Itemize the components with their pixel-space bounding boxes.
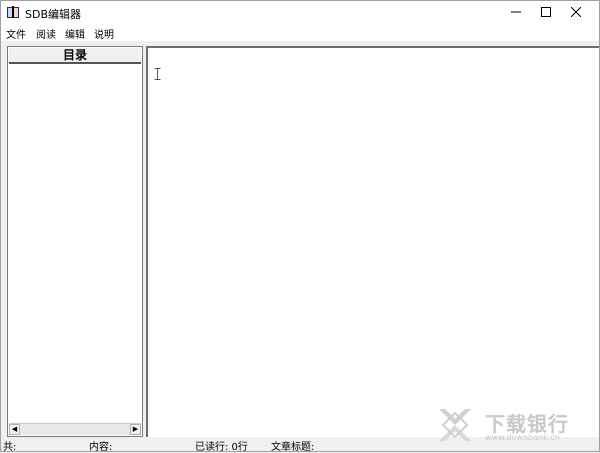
toc-panel: 目录 ◀ ▶: [7, 46, 143, 437]
minimize-icon: [511, 11, 521, 13]
status-content: 内容:: [89, 442, 113, 453]
menu-edit[interactable]: 编辑: [65, 26, 85, 41]
menu-file[interactable]: 文件: [6, 26, 26, 41]
arrow-right-icon: ▶: [132, 425, 139, 433]
status-article-title: 文章标题:: [271, 442, 315, 453]
status-total: 共:: [3, 442, 17, 453]
client-area: 目录 ◀ ▶: [1, 41, 599, 437]
close-icon: [571, 7, 581, 17]
app-window: SDB编辑器 文件 阅读 编辑 说明 目录 ◀ ▶ 共: 内容: 已读行: 0行…: [0, 0, 600, 453]
status-read-lines: 已读行: 0行: [195, 442, 248, 453]
watermark: 下载银行 www.downbank.cn: [435, 405, 595, 449]
scroll-left-button[interactable]: ◀: [9, 424, 20, 435]
book-app-icon: [7, 6, 19, 18]
watermark-url-text: www.downbank.cn: [485, 433, 560, 442]
close-button[interactable]: [553, 1, 599, 23]
watermark-logo-icon: [439, 409, 471, 441]
scroll-right-button[interactable]: ▶: [130, 424, 141, 435]
toc-list[interactable]: [8, 64, 142, 424]
maximize-icon: [541, 7, 551, 17]
toc-horizontal-scrollbar[interactable]: ◀ ▶: [9, 423, 141, 435]
menu-read[interactable]: 阅读: [36, 26, 56, 41]
window-title: SDB编辑器: [25, 8, 81, 21]
text-editor-area[interactable]: [146, 46, 599, 437]
menu-bar: 文件 阅读 编辑 说明: [1, 23, 599, 41]
title-bar[interactable]: SDB编辑器: [1, 1, 599, 23]
text-cursor-icon: [154, 68, 161, 80]
toc-header: 目录: [9, 48, 141, 64]
menu-help[interactable]: 说明: [94, 26, 114, 41]
arrow-left-icon: ◀: [11, 425, 18, 433]
